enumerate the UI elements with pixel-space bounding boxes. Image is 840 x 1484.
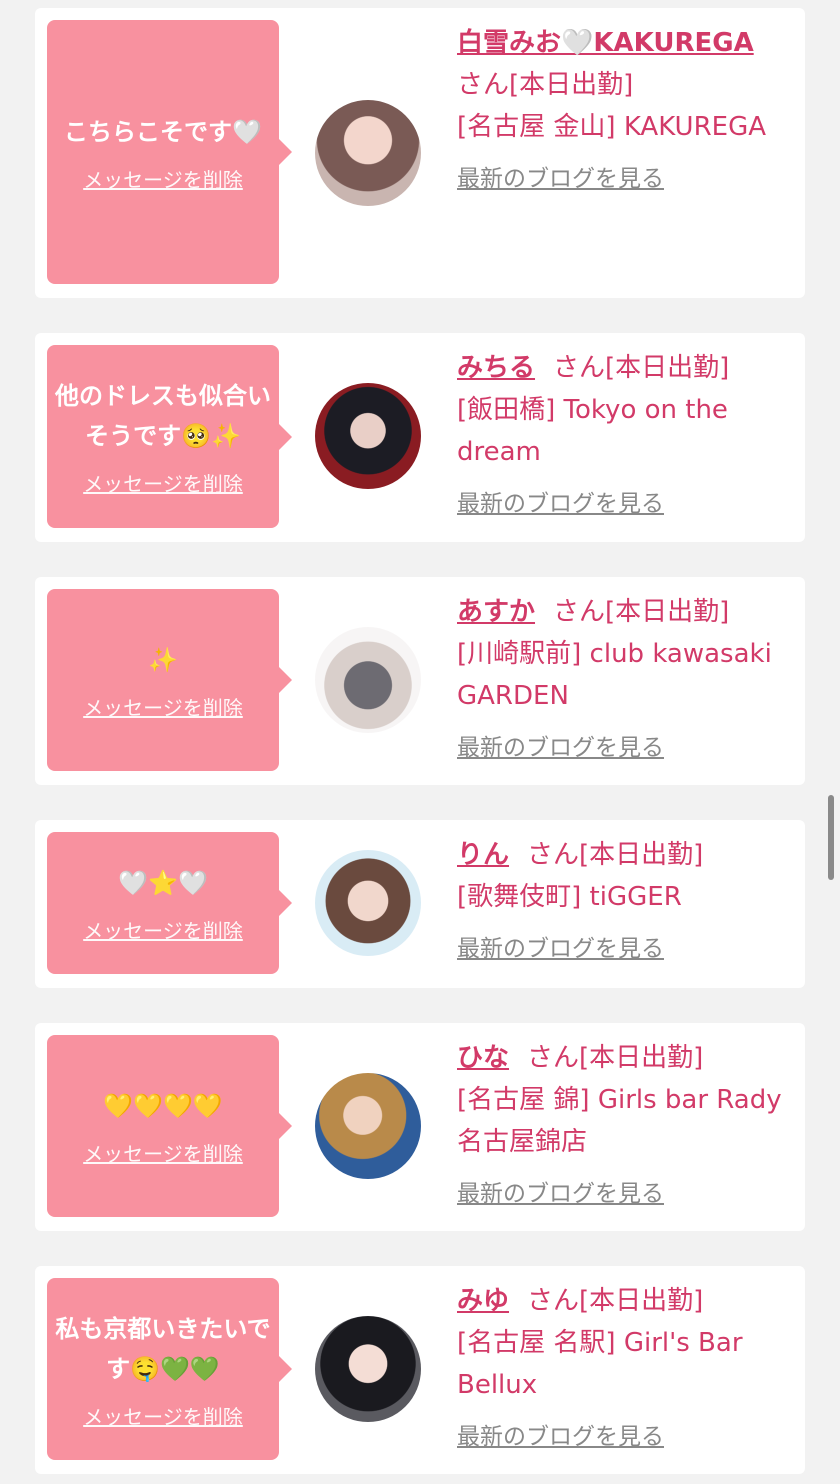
shop-name: [名古屋 錦] Girls bar Rady 名古屋錦店 <box>457 1085 782 1157</box>
message-bubble: こちらこそです🤍 メッセージを削除 <box>47 20 292 284</box>
view-blog-link[interactable]: 最新のブログを見る <box>457 1416 664 1458</box>
cast-status: さん[本日出勤] <box>553 597 730 627</box>
message-bubble: 私も京都いきたいです🤤💚💚 メッセージを削除 <box>47 1278 292 1460</box>
cast-name-link[interactable]: みゆ <box>457 1286 509 1316</box>
message-bubble: 💛💛💛💛 メッセージを削除 <box>47 1035 292 1217</box>
cast-status: さん[本日出勤] <box>527 1286 704 1316</box>
avatar[interactable] <box>315 850 421 956</box>
delete-message-link[interactable]: メッセージを削除 <box>83 1138 243 1167</box>
delete-message-link[interactable]: メッセージを削除 <box>83 468 243 497</box>
message-bubble: ✨ メッセージを削除 <box>47 589 292 771</box>
message-text: 💛💛💛💛 <box>103 1091 223 1120</box>
delete-message-link[interactable]: メッセージを削除 <box>83 1401 243 1430</box>
cast-info: みちる さん[本日出勤] [飯田橋] Tokyo on the dream 最新の… <box>457 347 789 525</box>
cast-info: あすか さん[本日出勤] [川崎駅前] club kawasaki GARDEN … <box>457 591 789 769</box>
cast-card: 💛💛💛💛 メッセージを削除 ひな さん[本日出勤] [名古屋 錦] Girls b… <box>35 1023 805 1231</box>
view-blog-link[interactable]: 最新のブログを見る <box>457 158 664 200</box>
shop-name: [川崎駅前] club kawasaki GARDEN <box>457 639 772 711</box>
cast-info: ひな さん[本日出勤] [名古屋 錦] Girls bar Rady 名古屋錦店 … <box>457 1037 789 1215</box>
message-bubble: 他のドレスも似合いそうです🥺✨ メッセージを削除 <box>47 345 292 528</box>
view-blog-link[interactable]: 最新のブログを見る <box>457 1173 664 1215</box>
view-blog-link[interactable]: 最新のブログを見る <box>457 727 664 769</box>
cast-name-link[interactable]: あすか <box>457 597 535 627</box>
cast-status: さん[本日出勤] <box>527 840 704 870</box>
avatar[interactable] <box>315 627 421 733</box>
cast-status: さん[本日出勤] <box>553 353 730 383</box>
view-blog-link[interactable]: 最新のブログを見る <box>457 928 664 970</box>
message-text: 私も京都いきたいです🤤💚💚 <box>55 1314 271 1383</box>
shop-name: [名古屋 名駅] Girl's Bar Bellux <box>457 1328 743 1400</box>
scrollbar[interactable] <box>828 795 834 880</box>
cast-status: さん[本日出勤] <box>457 70 634 100</box>
avatar[interactable] <box>315 1073 421 1179</box>
cast-name-link[interactable]: 白雪みお🤍KAKUREGA <box>457 28 754 58</box>
cast-name-link[interactable]: ひな <box>457 1043 509 1073</box>
cast-card: こちらこそです🤍 メッセージを削除 白雪みお🤍KAKUREGAさん[本日出勤] … <box>35 8 805 298</box>
cast-card: 他のドレスも似合いそうです🥺✨ メッセージを削除 みちる さん[本日出勤] [飯田… <box>35 333 805 542</box>
favorite-cast-list: こちらこそです🤍 メッセージを削除 白雪みお🤍KAKUREGAさん[本日出勤] … <box>0 0 840 1484</box>
cast-name-link[interactable]: りん <box>457 840 509 870</box>
avatar[interactable] <box>315 383 421 489</box>
avatar[interactable] <box>315 100 421 206</box>
cast-status: さん[本日出勤] <box>527 1043 704 1073</box>
cast-info: 白雪みお🤍KAKUREGAさん[本日出勤] [名古屋 金山] KAKUREGA … <box>457 22 789 200</box>
cast-info: みゆ さん[本日出勤] [名古屋 名駅] Girl's Bar Bellux 最新… <box>457 1280 789 1458</box>
shop-name: [歌舞伎町] tiGGER <box>457 882 682 912</box>
cast-name-link[interactable]: みちる <box>457 353 535 383</box>
delete-message-link[interactable]: メッセージを削除 <box>83 692 243 721</box>
message-text: こちらこそです🤍 <box>64 117 262 146</box>
delete-message-link[interactable]: メッセージを削除 <box>83 915 243 944</box>
cast-info: りん さん[本日出勤] [歌舞伎町] tiGGER 最新のブログを見る <box>457 834 789 970</box>
cast-card: 私も京都いきたいです🤤💚💚 メッセージを削除 みゆ さん[本日出勤] [名古屋 名… <box>35 1266 805 1474</box>
cast-card: 🤍⭐🤍 メッセージを削除 りん さん[本日出勤] [歌舞伎町] tiGGER 最新… <box>35 820 805 988</box>
message-text: 🤍⭐🤍 <box>118 868 208 897</box>
view-blog-link[interactable]: 最新のブログを見る <box>457 483 664 525</box>
message-bubble: 🤍⭐🤍 メッセージを削除 <box>47 832 292 974</box>
shop-name: [飯田橋] Tokyo on the dream <box>457 395 728 467</box>
avatar[interactable] <box>315 1316 421 1422</box>
message-text: 他のドレスも似合いそうです🥺✨ <box>55 382 271 450</box>
message-text: ✨ <box>148 645 178 674</box>
shop-name: [名古屋 金山] KAKUREGA <box>457 112 767 142</box>
delete-message-link[interactable]: メッセージを削除 <box>83 164 243 193</box>
cast-card: ✨ メッセージを削除 あすか さん[本日出勤] [川崎駅前] club kawas… <box>35 577 805 785</box>
